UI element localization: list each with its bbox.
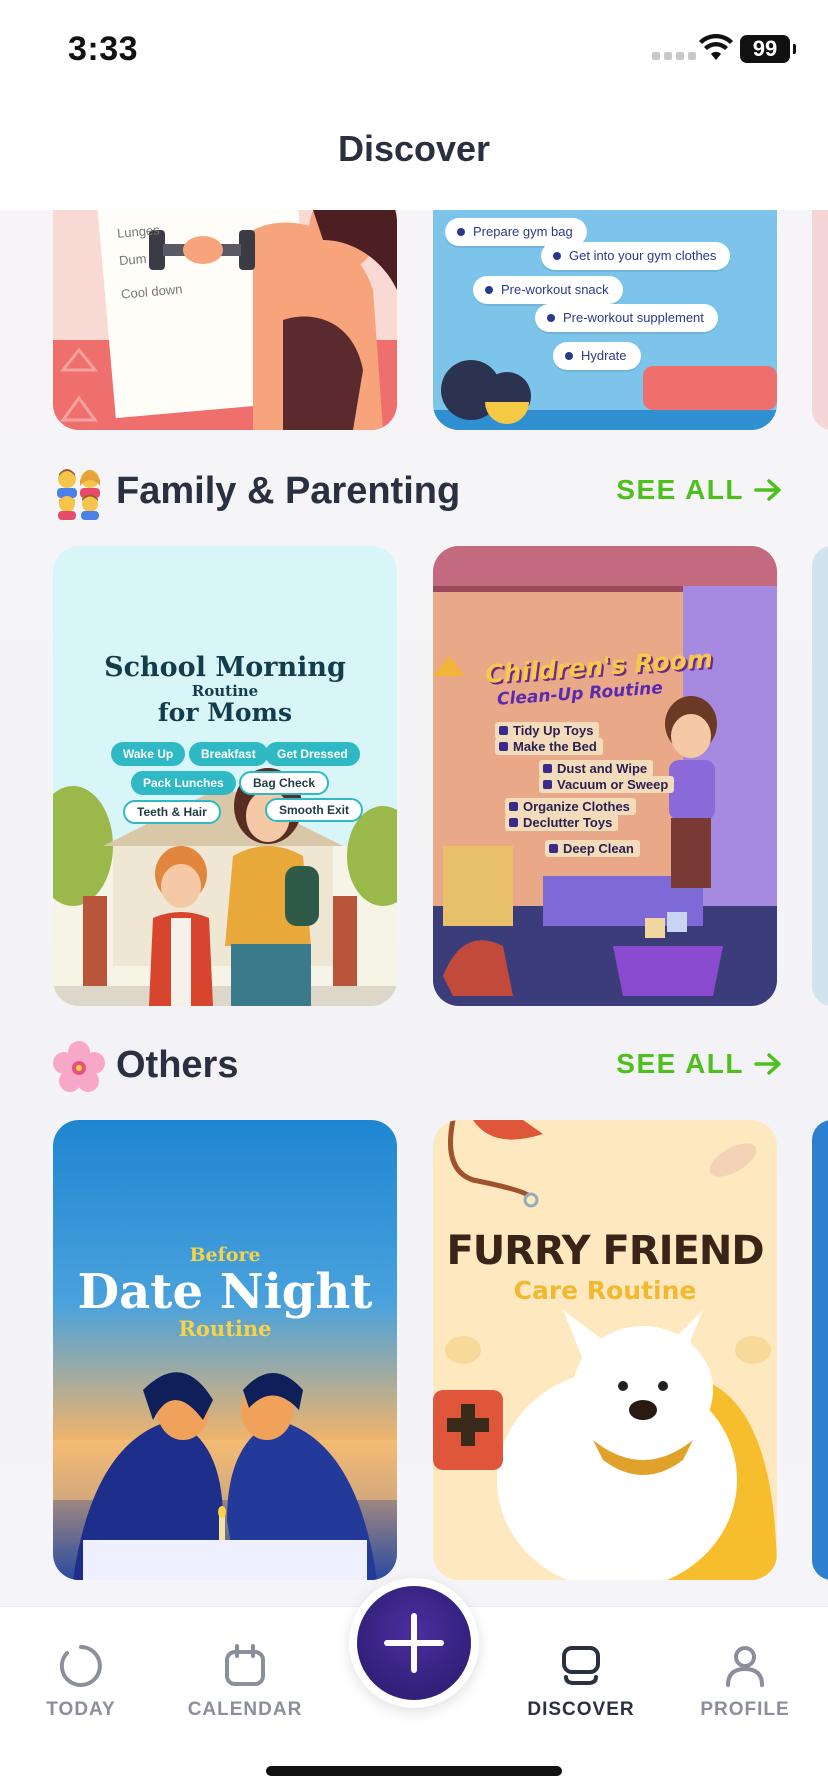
status-time: 3:33	[68, 30, 139, 68]
date-night-title-post: Routine	[178, 1316, 272, 1341]
arrow-right-icon	[754, 479, 781, 501]
section-title-others: Others	[116, 1044, 239, 1086]
school-morning-title-3: for Moms	[157, 698, 293, 727]
gym-step-4: Pre-workout supplement	[535, 304, 718, 332]
workout-note-2: Dum	[118, 250, 148, 269]
tab-today-label: TODAY	[46, 1699, 116, 1720]
school-morning-title-1: School Morning	[104, 652, 346, 683]
gym-step-5: Hydrate	[553, 342, 641, 370]
tab-discover-label: DISCOVER	[527, 1699, 635, 1720]
add-routine-button[interactable]	[349, 1578, 479, 1708]
cherry-blossom-icon	[53, 1041, 105, 1092]
family-emoji-icon	[57, 469, 100, 520]
section-header-others: Others SEE ALL	[52, 1036, 782, 1096]
childrens-room-card[interactable]: Children's Room Clean-Up Routine Tidy Up…	[433, 546, 777, 1006]
tab-today[interactable]: TODAY	[6, 1643, 156, 1721]
status-bar: 3:33 99	[0, 0, 828, 100]
furry-friend-title: FURRY FRIEND	[446, 1228, 764, 1274]
furry-friend-card[interactable]: FURRY FRIEND Care Routine	[433, 1120, 777, 1580]
room-task-6: Declutter Toys	[505, 814, 619, 831]
pill-teeth-hair: Teeth & Hair	[123, 800, 221, 824]
partial-card-others[interactable]	[812, 1120, 828, 1580]
tab-calendar-label: CALENDAR	[187, 1699, 303, 1720]
date-night-title-main: Date Night	[77, 1264, 373, 1320]
furry-friend-subtitle: Care Routine	[513, 1276, 697, 1305]
section-header-family: Family & Parenting SEE ALL	[52, 462, 782, 522]
calendar-icon	[225, 1644, 265, 1686]
gym-step-3: Pre-workout snack	[473, 276, 623, 304]
room-task-2: Make the Bed	[495, 738, 603, 755]
wifi-icon	[699, 34, 733, 60]
pill-smooth-exit: Smooth Exit	[265, 798, 364, 822]
room-task-1: Tidy Up Toys	[495, 722, 600, 739]
room-task-3: Dust and Wipe	[539, 760, 654, 777]
battery-indicator: 99	[740, 35, 796, 63]
see-all-family-button[interactable]: SEE ALL	[616, 474, 782, 506]
plus-icon	[384, 1613, 444, 1673]
pill-pack-lunches: Pack Lunches	[131, 771, 236, 795]
stack-icon	[562, 1646, 600, 1685]
discover-content[interactable]: Lunges Dum Cool down Prepare gym bag Get…	[0, 210, 828, 1606]
partial-card-family[interactable]	[812, 546, 828, 1006]
page-title: Discover	[337, 128, 491, 169]
cellular-signal-icon	[652, 52, 696, 60]
gym-prep-card[interactable]: Prepare gym bag Get into your gym clothe…	[433, 210, 777, 430]
room-task-5: Organize Clothes	[505, 798, 636, 815]
arrow-right-icon	[754, 1053, 781, 1075]
person-icon	[726, 1646, 764, 1687]
tab-calendar[interactable]: CALENDAR	[170, 1643, 320, 1721]
room-task-7: Deep Clean	[545, 840, 640, 857]
room-task-4: Vacuum or Sweep	[539, 776, 675, 793]
partial-card-top[interactable]	[812, 210, 828, 430]
school-morning-card[interactable]: School Morning Routine for Moms Wake Up …	[53, 546, 397, 1006]
date-night-title-pre: Before	[189, 1244, 261, 1266]
pill-wake-up: Wake Up	[111, 742, 186, 766]
see-all-label: SEE ALL	[616, 474, 744, 505]
home-indicator[interactable]	[266, 1766, 562, 1776]
gym-step-2: Get into your gym clothes	[541, 242, 731, 270]
workout-illustration	[53, 210, 397, 430]
tab-discover[interactable]: DISCOVER	[506, 1643, 656, 1721]
furry-friend-illustration	[433, 1120, 777, 1580]
pill-breakfast: Breakfast	[189, 742, 268, 766]
page-header: Discover	[0, 100, 828, 210]
pill-bag-check: Bag Check	[239, 771, 330, 795]
circle-progress-icon	[59, 1645, 102, 1687]
see-all-others-button[interactable]: SEE ALL	[616, 1048, 782, 1080]
see-all-label: SEE ALL	[616, 1048, 744, 1079]
section-title-family: Family & Parenting	[116, 470, 461, 512]
date-night-card[interactable]: Before Date Night Routine	[53, 1120, 397, 1580]
tab-profile-label: PROFILE	[700, 1699, 790, 1720]
add-routine-button-fill[interactable]	[357, 1586, 471, 1700]
tab-profile[interactable]: PROFILE	[670, 1643, 820, 1721]
workout-routine-card[interactable]: Lunges Dum Cool down	[53, 210, 397, 430]
pill-get-dressed: Get Dressed	[265, 742, 360, 766]
date-night-illustration	[53, 1372, 397, 1580]
